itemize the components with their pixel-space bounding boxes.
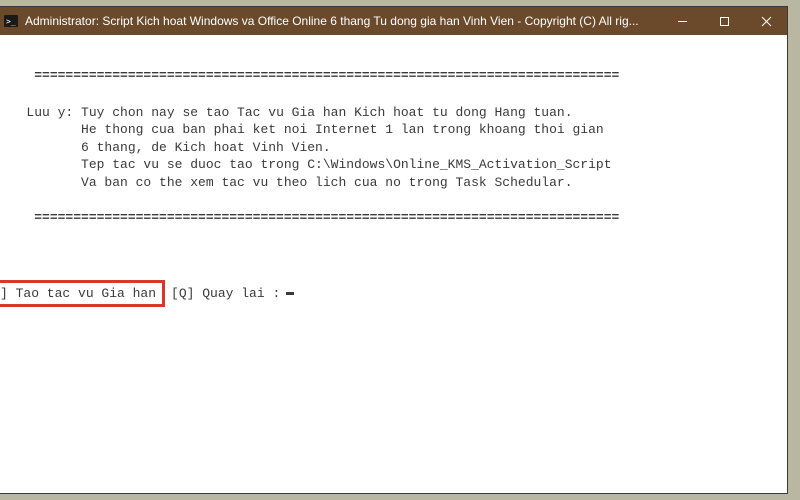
option-create-task: ] Tao tac vu Gia han (0, 286, 156, 301)
divider-top: ========================================… (34, 68, 619, 83)
highlighted-option: ] Tao tac vu Gia han (0, 280, 165, 308)
note-text: Tuy chon nay se tao Tac vu Gia han Kich … (81, 105, 572, 120)
note-text: Va ban co the xem tac vu theo lich cua n… (81, 175, 572, 190)
note-text: 6 thang, de Kich hoat Vinh Vien. (81, 140, 331, 155)
window-controls (661, 7, 787, 35)
divider-bottom: ========================================… (34, 210, 619, 225)
note-line: Tep tac vu se duoc tao trong C:\Windows\… (3, 156, 779, 174)
console-output: ========================================… (0, 35, 787, 493)
svg-text:>_: >_ (6, 17, 16, 26)
note-text: He thong cua ban phai ket noi Internet 1… (81, 122, 604, 137)
cmd-window: >_ Administrator: Script Kich hoat Windo… (0, 6, 788, 494)
maximize-button[interactable] (703, 7, 745, 35)
text-cursor[interactable] (286, 292, 294, 295)
cmd-icon: >_ (3, 13, 19, 29)
note-block: Luu y: Tuy chon nay se tao Tac vu Gia ha… (3, 104, 779, 192)
minimize-button[interactable] (661, 7, 703, 35)
close-button[interactable] (745, 7, 787, 35)
note-line: He thong cua ban phai ket noi Internet 1… (3, 121, 779, 139)
prompt-row: ] Tao tac vu Gia han [Q] Quay lai : (3, 280, 779, 308)
note-line: 6 thang, de Kich hoat Vinh Vien. (3, 139, 779, 157)
note-label: Luu y: (26, 105, 73, 120)
option-back: [Q] Quay lai : (171, 285, 280, 303)
window-title: Administrator: Script Kich hoat Windows … (25, 14, 661, 28)
titlebar: >_ Administrator: Script Kich hoat Windo… (0, 7, 787, 35)
note-text: Tep tac vu se duoc tao trong C:\Windows\… (81, 157, 612, 172)
note-line: Va ban co the xem tac vu theo lich cua n… (3, 174, 779, 192)
note-line: Luu y: Tuy chon nay se tao Tac vu Gia ha… (3, 104, 779, 122)
